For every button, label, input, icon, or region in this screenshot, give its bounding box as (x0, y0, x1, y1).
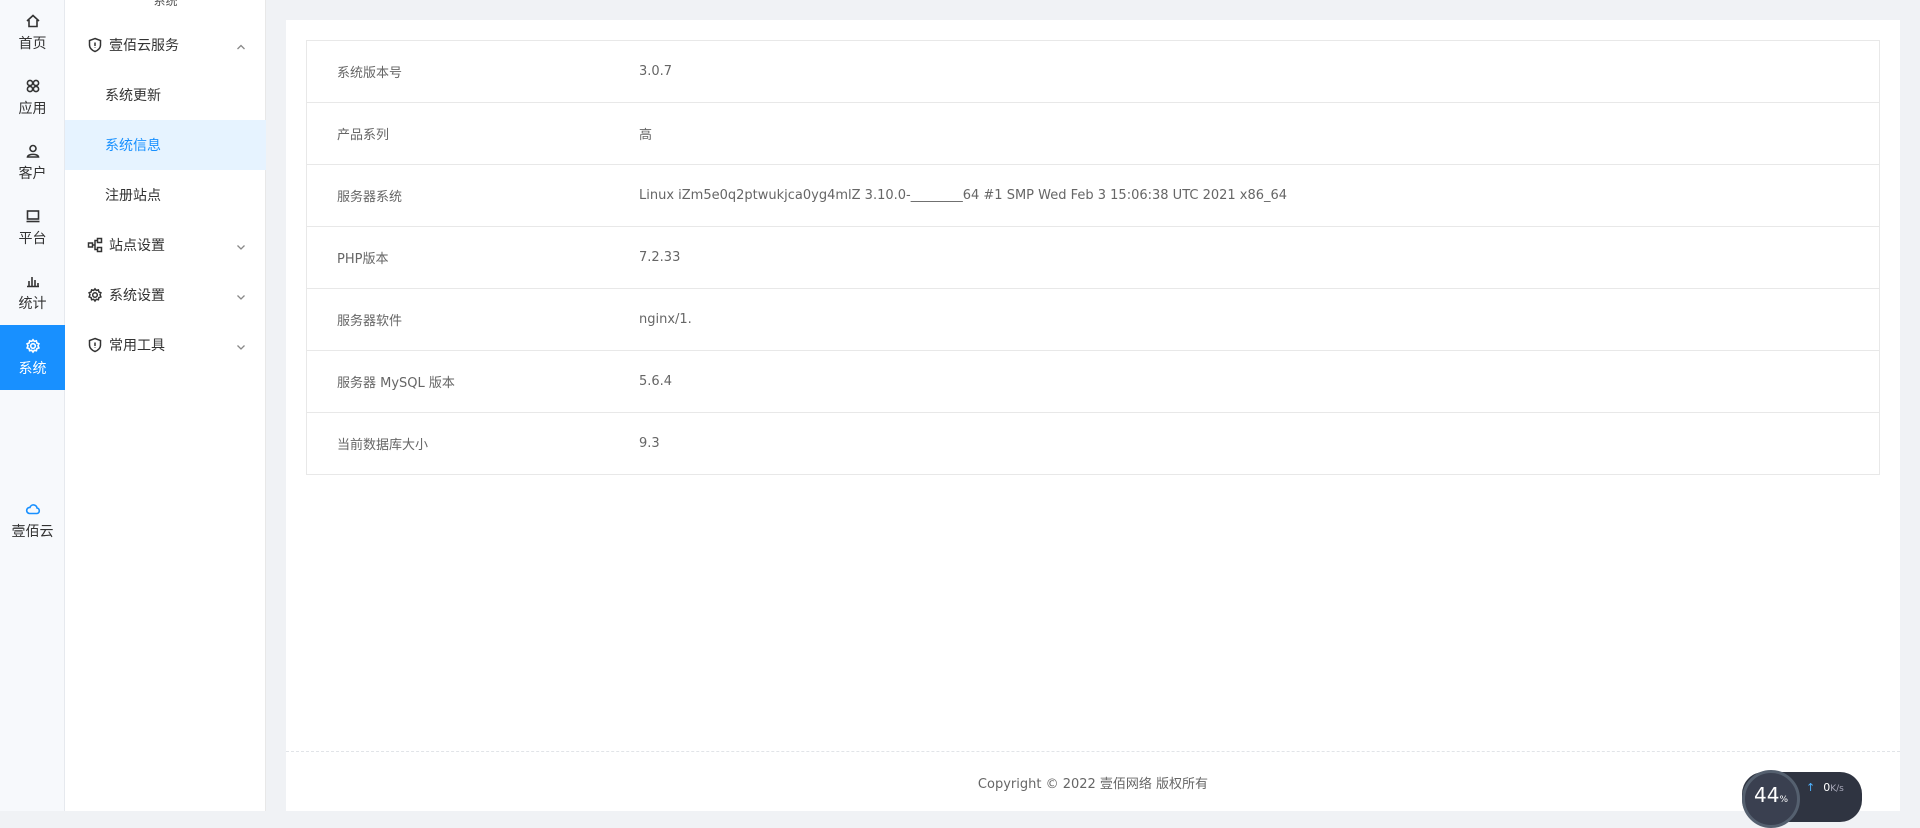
rail-item-label: 壹佰云 (11, 523, 54, 540)
chevron-up-icon (236, 40, 246, 50)
chevron-down-icon (236, 340, 246, 350)
speed-rate: ↑ 0K/s (1806, 781, 1844, 794)
info-label: 服务器软件 (337, 314, 403, 329)
speed-percent-unit: % (1779, 795, 1788, 805)
speed-percent: 44 (1753, 783, 1780, 807)
info-label: 服务器 MySQL 版本 (337, 376, 455, 391)
info-value: 高 (639, 128, 653, 143)
menu-item-label: 注册站点 (105, 188, 161, 204)
rail-item-home[interactable]: 首页 (0, 0, 65, 65)
menu-item-label: 系统信息 (105, 138, 161, 154)
info-value: 3.0.7 (639, 64, 673, 79)
rail-item-cloud[interactable]: 壹佰云 (0, 488, 65, 553)
info-label: 产品系列 (337, 128, 390, 143)
user-icon (26, 144, 39, 158)
submenu: 系统 壹佰云服务 系统更新 系统信息 注册站点 站点设置 系统设置 常用工具 (65, 0, 266, 811)
rail-item-customers[interactable]: 客户 (0, 130, 65, 195)
cloud-icon (25, 503, 40, 514)
info-row-php-version: PHP版本 7.2.33 (307, 227, 1879, 289)
rail-item-label: 客户 (18, 165, 47, 182)
rail-item-label: 统计 (18, 295, 47, 312)
info-label: PHP版本 (337, 252, 389, 267)
menu-group-tools[interactable]: 常用工具 (65, 320, 266, 370)
menu-group-site-settings[interactable]: 站点设置 (65, 220, 266, 270)
rail-item-platform[interactable]: 平台 (0, 195, 65, 260)
info-row-version: 系统版本号 3.0.7 (307, 41, 1879, 103)
menu-item-label: 系统更新 (105, 88, 161, 104)
rail-item-stats[interactable]: 统计 (0, 260, 65, 325)
rail-item-label: 平台 (18, 230, 47, 247)
submenu-header: 系统 (153, 0, 178, 8)
upload-arrow-icon: ↑ (1806, 781, 1816, 794)
menu-item-system-info[interactable]: 系统信息 (65, 120, 266, 170)
menu-item-system-update[interactable]: 系统更新 (65, 70, 266, 120)
info-value: nginx/1. (639, 312, 692, 327)
menu-group-label: 站点设置 (109, 238, 165, 254)
sitemap-icon (87, 237, 103, 253)
rail-item-label: 应用 (18, 100, 47, 117)
speed-rate-unit: K/s (1830, 784, 1844, 794)
gear-icon (25, 338, 40, 353)
speed-percent-badge[interactable]: 44% (1742, 770, 1800, 828)
rail-item-system[interactable]: 系统 (0, 325, 65, 390)
info-value: 9.3 (639, 436, 660, 451)
info-row-mysql-version: 服务器 MySQL 版本 5.6.4 (307, 351, 1879, 413)
shield-icon (87, 337, 103, 353)
gear-icon (87, 287, 103, 303)
menu-group-system-settings[interactable]: 系统设置 (65, 270, 266, 320)
info-row-server-os: 服务器系统 Linux iZm5e0q2ptwukjca0yg4mlZ 3.10… (307, 165, 1879, 227)
info-row-product-series: 产品系列 高 (307, 103, 1879, 165)
info-label: 当前数据库大小 (337, 438, 429, 453)
menu-group-cloud-service[interactable]: 壹佰云服务 (65, 20, 266, 70)
icon-rail: 首页 应用 客户 平台 统计 系统 壹佰云 (0, 0, 65, 811)
bar-chart-icon (26, 276, 39, 287)
menu-item-register-site[interactable]: 注册站点 (65, 170, 266, 220)
copyright-text: Copyright © 2022 壹佰网络 版权所有 (977, 776, 1209, 792)
info-label: 服务器系统 (337, 190, 403, 205)
info-value: 7.2.33 (639, 250, 681, 265)
info-row-db-size: 当前数据库大小 9.3 (307, 413, 1879, 474)
home-icon (25, 13, 40, 27)
menu-group-label: 常用工具 (109, 338, 165, 354)
chevron-down-icon (236, 290, 246, 300)
content-panel: 系统版本号 3.0.7 产品系列 高 服务器系统 Linux iZm5e0q2p… (286, 20, 1900, 811)
rail-item-apps[interactable]: 应用 (0, 65, 65, 130)
info-value: Linux iZm5e0q2ptwukjca0yg4mlZ 3.10.0-___… (639, 188, 1288, 203)
footer: Copyright © 2022 壹佰网络 版权所有 (286, 751, 1900, 812)
chevron-down-icon (236, 240, 246, 250)
monitor-icon (26, 209, 39, 222)
apps-icon (26, 79, 39, 92)
rail-item-label: 首页 (18, 35, 47, 52)
system-info-table: 系统版本号 3.0.7 产品系列 高 服务器系统 Linux iZm5e0q2p… (306, 40, 1880, 475)
info-label: 系统版本号 (337, 66, 403, 81)
menu-group-label: 壹佰云服务 (109, 38, 179, 54)
info-value: 5.6.4 (639, 374, 673, 389)
menu-group-label: 系统设置 (109, 288, 165, 304)
shield-icon (87, 37, 103, 53)
info-row-server-software: 服务器软件 nginx/1. (307, 289, 1879, 351)
rail-item-label: 系统 (18, 360, 47, 377)
